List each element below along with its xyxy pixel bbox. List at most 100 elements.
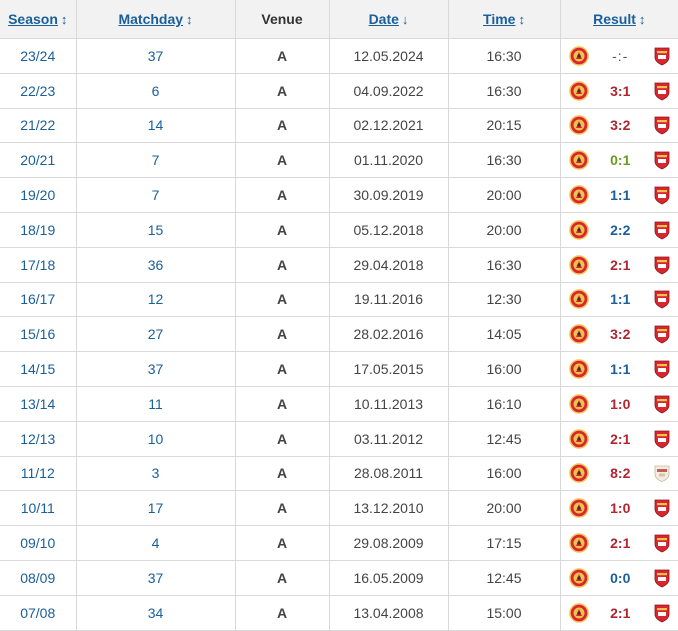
table-row[interactable]: 17/18 36 A 29.04.2018 16:30 2:1 [0,247,678,283]
match-score[interactable]: -:- [612,48,628,64]
match-score[interactable]: 1:1 [610,187,630,203]
result-cell[interactable]: 3:2 [560,108,678,144]
date-header-label[interactable]: Date [369,11,399,27]
match-score[interactable]: 0:1 [610,152,630,168]
season-cell[interactable]: 16/17 [0,282,77,318]
match-score[interactable]: 2:1 [610,535,630,551]
result-cell[interactable]: 3:1 [560,73,678,109]
match-score[interactable]: 2:1 [610,431,630,447]
match-score[interactable]: 3:1 [610,83,630,99]
result-header-label[interactable]: Result [593,11,636,27]
season-cell[interactable]: 20/21 [0,142,77,179]
sort-updown-icon[interactable]: ↕ [518,12,525,27]
match-score[interactable]: 2:1 [610,605,630,621]
matchday-cell[interactable]: 37 [76,351,236,387]
season-cell[interactable]: 11/12 [0,456,77,492]
result-cell[interactable]: 1:1 [560,282,678,318]
match-score[interactable]: 2:2 [610,222,630,238]
table-row[interactable]: 09/10 4 A 29.08.2009 17:15 2:1 [0,525,678,561]
table-row[interactable]: 13/14 11 A 10.11.2013 16:10 1:0 [0,386,678,422]
season-cell[interactable]: 07/08 [0,595,77,631]
matchday-cell[interactable]: 7 [76,177,236,213]
match-score[interactable]: 1:1 [610,291,630,307]
matchday-column-header[interactable]: Matchday ↕ [76,0,236,39]
season-cell[interactable]: 23/24 [0,38,77,74]
matchday-cell[interactable]: 7 [76,142,236,179]
result-cell[interactable]: 2:1 [560,595,678,631]
sort-updown-icon[interactable]: ↕ [639,12,646,27]
season-cell[interactable]: 15/16 [0,316,77,353]
table-row[interactable]: 20/21 7 A 01.11.2020 16:30 0:1 [0,142,678,179]
table-row[interactable]: 21/22 14 A 02.12.2021 20:15 3:2 [0,108,678,144]
table-row[interactable]: 16/17 12 A 19.11.2016 12:30 1:1 [0,282,678,318]
season-cell[interactable]: 21/22 [0,108,77,144]
sort-updown-icon[interactable]: ↕ [61,12,68,27]
match-score[interactable]: 2:1 [610,257,630,273]
result-cell[interactable]: 0:1 [560,142,678,179]
season-cell[interactable]: 18/19 [0,212,77,248]
result-cell[interactable]: 2:1 [560,421,678,457]
match-score[interactable]: 3:2 [610,326,630,342]
season-cell[interactable]: 09/10 [0,525,77,561]
matchday-cell[interactable]: 27 [76,316,236,353]
match-score[interactable]: 3:2 [610,117,630,133]
result-cell[interactable]: 8:2 [560,456,678,492]
table-row[interactable]: 10/11 17 A 13.12.2010 20:00 1:0 [0,490,678,527]
matchday-cell[interactable]: 37 [76,560,236,596]
season-cell[interactable]: 08/09 [0,560,77,596]
result-cell[interactable]: 1:0 [560,490,678,527]
match-score[interactable]: 1:1 [610,361,630,377]
matchday-cell[interactable]: 36 [76,247,236,283]
result-cell[interactable]: 3:2 [560,316,678,353]
matchday-cell[interactable]: 14 [76,108,236,144]
matchday-cell[interactable]: 6 [76,73,236,109]
matchday-header-label[interactable]: Matchday [118,11,183,27]
table-row[interactable]: 23/24 37 A 12.05.2024 16:30 -:- [0,38,678,74]
table-row[interactable]: 15/16 27 A 28.02.2016 14:05 3:2 [0,316,678,353]
season-cell[interactable]: 22/23 [0,73,77,109]
result-cell[interactable]: 1:1 [560,177,678,213]
time-header-label[interactable]: Time [483,11,515,27]
season-cell[interactable]: 19/20 [0,177,77,213]
table-row[interactable]: 19/20 7 A 30.09.2019 20:00 1:1 [0,177,678,213]
season-column-header[interactable]: Season ↕ [0,0,77,39]
season-cell[interactable]: 17/18 [0,247,77,283]
matchday-cell[interactable]: 37 [76,38,236,74]
table-row[interactable]: 14/15 37 A 17.05.2015 16:00 1:1 [0,351,678,387]
season-header-label[interactable]: Season [8,11,58,27]
match-score[interactable]: 1:0 [610,500,630,516]
result-column-header[interactable]: Result ↕ [560,0,678,39]
result-cell[interactable]: 0:0 [560,560,678,596]
table-row[interactable]: 18/19 15 A 05.12.2018 20:00 2:2 [0,212,678,248]
sort-updown-icon[interactable]: ↕ [186,12,193,27]
match-score[interactable]: 0:0 [610,570,630,586]
match-score[interactable]: 1:0 [610,396,630,412]
date-column-header[interactable]: Date ↓ [329,0,449,39]
season-cell[interactable]: 10/11 [0,490,77,527]
table-row[interactable]: 07/08 34 A 13.04.2008 15:00 2:1 [0,595,678,631]
season-cell[interactable]: 12/13 [0,421,77,457]
season-cell[interactable]: 13/14 [0,386,77,422]
table-row[interactable]: 12/13 10 A 03.11.2012 12:45 2:1 [0,421,678,457]
table-row[interactable]: 08/09 37 A 16.05.2009 12:45 0:0 [0,560,678,596]
matchday-cell[interactable]: 15 [76,212,236,248]
result-cell[interactable]: 1:1 [560,351,678,387]
matchday-cell[interactable]: 3 [76,456,236,492]
sort-down-icon[interactable]: ↓ [402,12,409,27]
table-row[interactable]: 22/23 6 A 04.09.2022 16:30 3:1 [0,73,678,109]
match-score[interactable]: 8:2 [610,465,630,481]
result-cell[interactable]: 2:1 [560,247,678,283]
season-cell[interactable]: 14/15 [0,351,77,387]
matchday-cell[interactable]: 10 [76,421,236,457]
time-column-header[interactable]: Time ↕ [448,0,561,39]
result-cell[interactable]: 2:1 [560,525,678,561]
matchday-cell[interactable]: 12 [76,282,236,318]
matchday-cell[interactable]: 17 [76,490,236,527]
result-cell[interactable]: -:- [560,38,678,74]
table-row[interactable]: 11/12 3 A 28.08.2011 16:00 8:2 [0,456,678,492]
result-cell[interactable]: 1:0 [560,386,678,422]
result-cell[interactable]: 2:2 [560,212,678,248]
matchday-cell[interactable]: 34 [76,595,236,631]
matchday-cell[interactable]: 4 [76,525,236,561]
matchday-cell[interactable]: 11 [76,386,236,422]
